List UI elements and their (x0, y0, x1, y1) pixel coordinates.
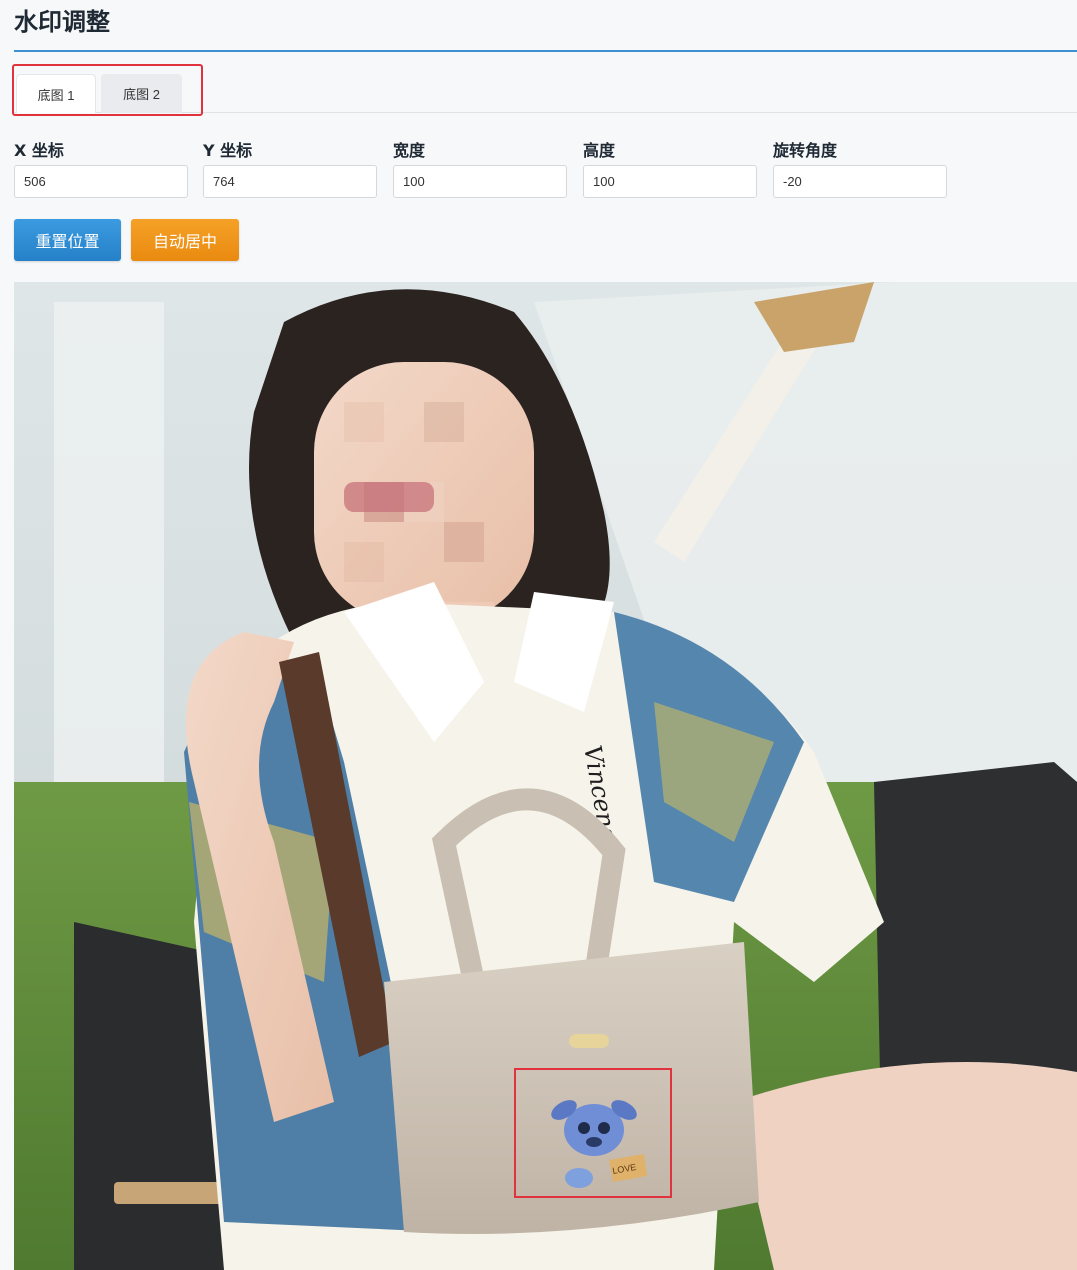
tab-base-image-2[interactable]: 底图 2 (101, 74, 182, 113)
y-coordinate-label: Y 坐标 (203, 141, 253, 160)
rotation-input[interactable] (773, 165, 947, 198)
tab-base-image-1[interactable]: 底图 1 (16, 74, 96, 113)
height-input[interactable] (583, 165, 757, 198)
smile (344, 482, 434, 512)
y-coordinate-input[interactable] (203, 165, 377, 198)
bag-body (384, 942, 759, 1234)
bag-logo (569, 1034, 609, 1048)
leg (734, 1062, 1077, 1270)
page-title: 水印调整 (14, 8, 110, 36)
auto-center-button[interactable]: 自动居中 (131, 219, 239, 261)
preview-canvas[interactable]: Vincens LOVE (14, 282, 1077, 1270)
width-input[interactable] (393, 165, 567, 198)
x-coordinate-label: X 坐标 (14, 141, 64, 160)
title-divider (14, 50, 1077, 52)
reset-position-button[interactable]: 重置位置 (14, 219, 121, 261)
x-coordinate-input[interactable] (14, 165, 188, 198)
preview-photo: Vincens LOVE (14, 282, 1077, 1270)
rotation-label: 旋转角度 (773, 141, 838, 160)
width-label: 宽度 (393, 141, 426, 160)
height-label: 高度 (583, 141, 616, 160)
